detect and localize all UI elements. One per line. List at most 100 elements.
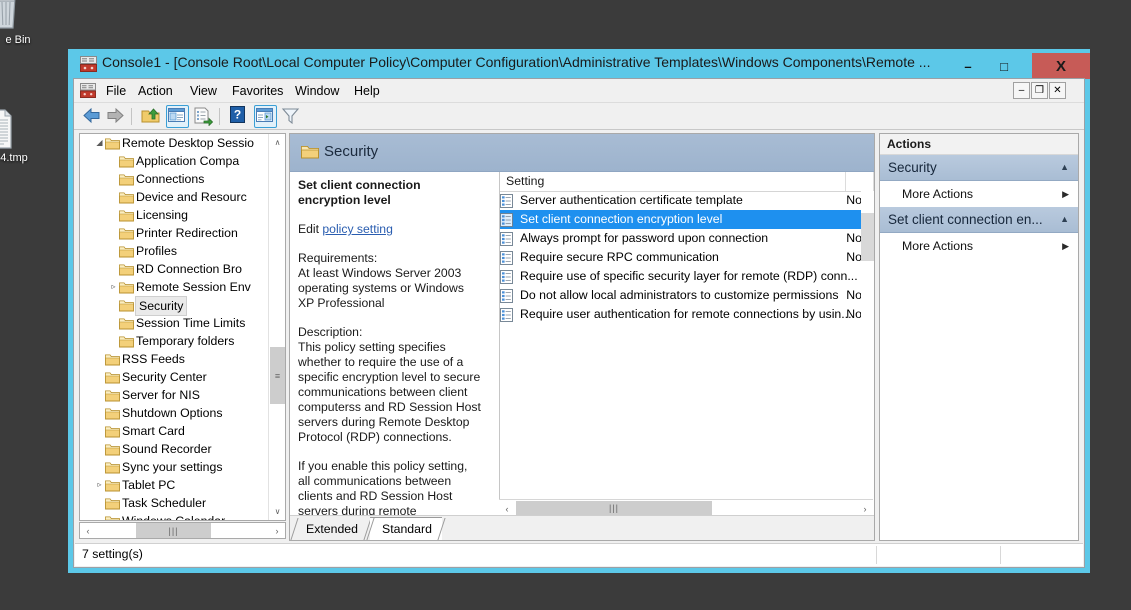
actions-item-more-actions[interactable]: More Actions ▶ (880, 233, 1078, 259)
settings-list-rows[interactable]: Server authentication certificate templa… (500, 191, 874, 516)
tree-node-rss-feeds[interactable]: RSS Feeds (80, 350, 268, 368)
tree-node-smart-card[interactable]: Smart Card (80, 422, 268, 440)
policy-setting-link[interactable]: policy setting (322, 222, 392, 236)
menu-action[interactable]: Action (132, 83, 179, 100)
mdi-restore-button[interactable]: ❐ (1031, 82, 1048, 99)
tree-node-label: Session Time Limits (136, 316, 246, 330)
mmc-console-window: Console1 - [Console Root\Local Computer … (68, 45, 1090, 573)
main-area: ◢ Remote Desktop Sessio Application Compa C… (75, 131, 1083, 543)
folder-icon (105, 461, 122, 474)
settings-list-pane[interactable]: Setting Server authentication certificat… (499, 172, 874, 516)
maximize-button[interactable]: □ (986, 53, 1022, 79)
table-row[interactable]: Require secure RPC communication No (500, 248, 874, 267)
tree-node-rd-connection-bro[interactable]: RD Connection Bro (80, 260, 268, 278)
forward-button[interactable] (105, 105, 128, 128)
show-hide-action-pane-button[interactable] (254, 105, 277, 128)
actions-group-security[interactable]: Security ▲ (880, 155, 1078, 181)
menu-file[interactable]: File (100, 83, 132, 100)
chevron-up-icon[interactable]: ▲ (1060, 207, 1069, 232)
tree-node-printer-redirection[interactable]: Printer Redirection (80, 224, 268, 242)
table-row[interactable]: Server authentication certificate templa… (500, 191, 874, 210)
close-button[interactable]: X (1032, 53, 1090, 79)
chevron-up-icon[interactable]: ▲ (1060, 155, 1069, 180)
chevron-right-icon: ▶ (1062, 241, 1069, 251)
requirements-text: At least Windows Server 2003 operating s… (298, 266, 464, 310)
tree-hscroll-thumb[interactable]: ||| (136, 523, 211, 538)
actions-item-more-actions[interactable]: More Actions ▶ (880, 181, 1078, 207)
tree-node-remote-desktop-sessio[interactable]: ◢ Remote Desktop Sessio (80, 134, 268, 152)
menu-view[interactable]: View (184, 83, 223, 100)
tree-node-tablet-pc[interactable]: ▹ Tablet PC (80, 476, 268, 494)
tree-hscroll-right-button[interactable]: › (269, 523, 285, 538)
tree-node-sync-your-settings[interactable]: Sync your settings (80, 458, 268, 476)
settings-list-vertical-scrollbar[interactable] (861, 191, 874, 516)
policy-setting-icon (500, 212, 520, 227)
tree-node-label: Task Scheduler (122, 496, 207, 510)
list-hscroll-thumb[interactable]: ||| (516, 501, 712, 515)
tree-node-windows-calendar[interactable]: Windows Calendar (80, 512, 268, 520)
console-tree[interactable]: ◢ Remote Desktop Sessio Application Compa C… (80, 134, 268, 520)
tree-vertical-scrollbar[interactable]: ∧ ≡ ∨ (268, 134, 285, 520)
actions-group-set-client-connection-en[interactable]: Set client connection en... ▲ (880, 207, 1078, 233)
tree-node-shutdown-options[interactable]: Shutdown Options (80, 404, 268, 422)
tree-scroll-thumb[interactable]: ≡ (270, 347, 285, 404)
mdi-close-button[interactable]: ✕ (1049, 82, 1066, 99)
actions-group-label: Security (888, 160, 937, 175)
console-tree-pane[interactable]: ◢ Remote Desktop Sessio Application Compa C… (79, 133, 286, 521)
minimize-button[interactable]: – (950, 53, 986, 79)
tree-node-sound-recorder[interactable]: Sound Recorder (80, 440, 268, 458)
tree-horizontal-scrollbar[interactable]: ‹ ||| › (79, 522, 286, 539)
tree-node-server-for-nis[interactable]: Server for NIS (80, 386, 268, 404)
menu-help[interactable]: Help (348, 83, 386, 100)
table-row[interactable]: Require use of specific security layer f… (500, 267, 874, 286)
table-row[interactable]: Do not allow local administrators to cus… (500, 286, 874, 305)
tree-hscroll-left-button[interactable]: ‹ (80, 523, 96, 538)
menu-window[interactable]: Window (289, 83, 345, 100)
actions-pane-title: Actions (880, 134, 1078, 155)
tree-node-licensing[interactable]: Licensing (80, 206, 268, 224)
menu-favorites[interactable]: Favorites (226, 83, 289, 100)
tree-expander-icon[interactable]: ◢ (94, 134, 105, 152)
folder-icon (105, 497, 122, 510)
table-row[interactable]: Require user authentication for remote c… (500, 305, 874, 324)
export-list-button[interactable] (192, 105, 215, 128)
policy-title: Set client connection encryption level (298, 178, 421, 207)
desktop-icon-tmp-file[interactable]: 4.tmp (0, 108, 46, 164)
list-hscroll-left-button[interactable]: ‹ (499, 501, 515, 516)
tab-standard[interactable]: Standard (366, 517, 446, 540)
description-label: Description: (298, 325, 363, 339)
tree-node-connections[interactable]: Connections (80, 170, 268, 188)
table-row[interactable]: Set client connection encryption level (500, 210, 874, 229)
desktop-icon-recycle-bin[interactable]: e Bin (0, 0, 50, 46)
folder-icon (105, 353, 122, 366)
actions-pane-body[interactable]: Security ▲ More Actions ▶ Set client connect… (880, 155, 1078, 259)
back-button[interactable] (81, 105, 104, 128)
mdi-minimize-button[interactable]: – (1013, 82, 1030, 99)
tree-node-task-scheduler[interactable]: Task Scheduler (80, 494, 268, 512)
show-hide-console-tree-button[interactable] (166, 105, 189, 128)
tree-node-temporary-folders[interactable]: Temporary folders (80, 332, 268, 350)
tree-expander-icon[interactable]: ▹ (94, 476, 105, 494)
table-row[interactable]: Always prompt for password upon connecti… (500, 229, 874, 248)
tree-scroll-down-button[interactable]: ∨ (269, 503, 285, 520)
tree-expander-icon[interactable]: ▹ (108, 278, 119, 296)
tree-scroll-up-button[interactable]: ∧ (269, 134, 285, 151)
list-hscroll-right-button[interactable]: › (857, 501, 873, 516)
settings-list-scroll-thumb[interactable] (861, 213, 874, 261)
column-header-setting[interactable]: Setting (500, 172, 846, 191)
actions-item-label: More Actions (902, 187, 974, 201)
tree-node-security[interactable]: Security (80, 296, 268, 316)
tree-node-application-compa[interactable]: Application Compa (80, 152, 268, 170)
tab-extended[interactable]: Extended (290, 518, 372, 540)
settings-list-horizontal-scrollbar[interactable]: ‹ ||| › (499, 499, 873, 516)
column-header-state[interactable] (846, 172, 874, 191)
tree-node-remote-session-env[interactable]: ▹ Remote Session Env (80, 278, 268, 296)
up-one-level-button[interactable] (140, 105, 163, 128)
help-button[interactable]: ? (228, 105, 251, 128)
tree-node-profiles[interactable]: Profiles (80, 242, 268, 260)
tree-node-session-time-limits[interactable]: Session Time Limits (80, 314, 268, 332)
tree-node-device-and-resourc[interactable]: Device and Resourc (80, 188, 268, 206)
tree-node-security-center[interactable]: Security Center (80, 368, 268, 386)
filter-button[interactable] (280, 105, 303, 128)
title-bar[interactable]: Console1 - [Console Root\Local Computer … (68, 49, 1090, 79)
